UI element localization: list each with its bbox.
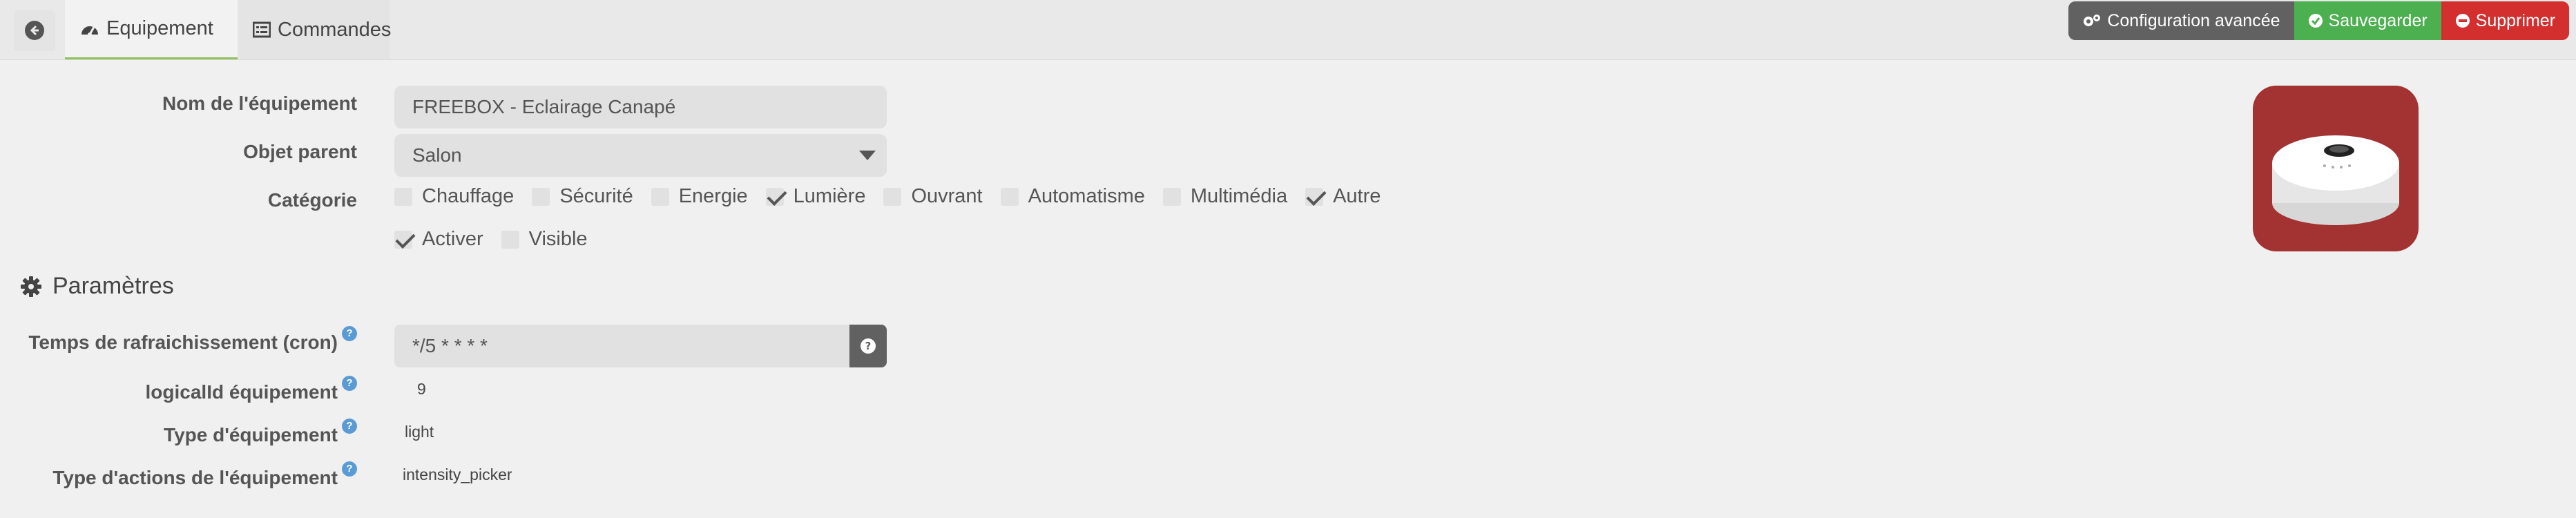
enable-label: Activer [422, 228, 483, 250]
action-type-value: intensity_picker [403, 466, 512, 483]
checkbox[interactable] [501, 230, 519, 249]
cron-value: */5 * * * * [412, 335, 488, 356]
checkbox[interactable] [651, 187, 669, 206]
checkbox[interactable] [1000, 187, 1019, 206]
checkmark-icon [1306, 185, 1327, 206]
logicalid-label-text: logicalId équipement [145, 381, 338, 403]
help-question-icon[interactable]: ? [342, 376, 357, 391]
delete-label: Supprimer [2475, 10, 2555, 30]
checkbox[interactable] [394, 187, 412, 206]
checkbox[interactable] [1162, 187, 1181, 206]
parent-object-value: Salon [412, 144, 462, 166]
minus-circle-icon [2455, 13, 2470, 28]
help-question-icon[interactable]: ? [342, 461, 357, 477]
parameters-heading: Paramètres [21, 273, 174, 300]
category-label-text: Autre [1333, 185, 1381, 207]
svg-text:?: ? [865, 340, 872, 352]
help-question-icon[interactable]: ? [342, 419, 357, 434]
parent-object-select[interactable]: Salon [394, 134, 887, 177]
checkbox[interactable] [883, 187, 902, 206]
parameters-title: Paramètres [52, 273, 174, 299]
equipment-type-label: Type d'équipement? [164, 419, 357, 446]
cron-label: Temps de rafraichissement (cron)? [28, 326, 357, 354]
equipment-name-input[interactable]: FREEBOX - Eclairage Canapé [394, 86, 887, 128]
tab-equipment-label: Equipement [106, 17, 213, 39]
checkbox-checked[interactable] [394, 228, 416, 249]
checkmark-icon [767, 185, 787, 206]
name-label: Nom de l'équipement [162, 93, 357, 114]
category-multimedia[interactable]: Multimédia [1162, 185, 1288, 208]
action-type-label: Type d'actions de l'équipement? [52, 461, 357, 489]
category-autre[interactable]: Autre [1305, 185, 1381, 208]
save-label: Sauvegarder [2328, 10, 2428, 30]
question-circle-icon: ? [861, 338, 876, 354]
checkbox-checked[interactable] [1305, 185, 1327, 206]
arrow-left-circle-icon [25, 21, 44, 40]
tab-bar: Equipement Commandes Configuration avanc… [0, 0, 2576, 60]
category-label-text: Energie [678, 185, 748, 207]
checkmark-icon [395, 228, 416, 249]
advanced-config-button[interactable]: Configuration avancée [2068, 1, 2294, 40]
action-type-label-text: Type d'actions de l'équipement [52, 467, 338, 488]
save-button[interactable]: Sauvegarder [2294, 1, 2441, 40]
category-list: Chauffage Sécurité Energie Lumière Ouvra… [394, 185, 1398, 208]
freebox-device-icon [2253, 86, 2419, 251]
equipment-name-value: FREEBOX - Eclairage Canapé [412, 96, 676, 117]
equipment-type-label-text: Type d'équipement [164, 424, 338, 445]
category-ouvrant[interactable]: Ouvrant [883, 185, 983, 208]
category-label-text: Lumière [793, 185, 866, 207]
action-buttons: Configuration avancée Sauvegarder Suppri… [2068, 1, 2569, 40]
checkbox-checked[interactable] [765, 185, 787, 206]
category-lumiere[interactable]: Lumière [765, 185, 866, 208]
back-button[interactable] [14, 10, 55, 51]
equipment-type-value: light [405, 423, 434, 441]
gear-icon [21, 276, 41, 297]
logicalid-value: 9 [417, 380, 426, 398]
category-securite[interactable]: Sécurité [532, 185, 633, 208]
dashboard-gauge-icon [80, 21, 99, 37]
enable-toggle[interactable]: Activer [394, 228, 483, 251]
cron-assistant-button[interactable]: ? [849, 325, 887, 367]
category-chauffage[interactable]: Chauffage [394, 185, 514, 208]
category-label-text: Ouvrant [911, 185, 983, 207]
enable-visible-row: Activer Visible [394, 228, 606, 251]
logicalid-label: logicalId équipement? [145, 376, 357, 403]
cron-input[interactable]: */5 * * * * [394, 325, 850, 367]
tab-equipment[interactable]: Equipement [65, 0, 238, 59]
check-circle-icon [2308, 13, 2323, 28]
checkbox[interactable] [532, 187, 550, 206]
caret-down-icon [859, 151, 876, 160]
category-label-text: Sécurité [559, 185, 633, 207]
category-label-text: Multimédia [1190, 185, 1288, 207]
visible-label: Visible [528, 228, 588, 250]
category-energie[interactable]: Energie [651, 185, 748, 208]
help-question-icon[interactable]: ? [342, 326, 357, 341]
category-automatisme[interactable]: Automatisme [1000, 185, 1145, 208]
list-icon [253, 21, 271, 38]
gears-icon [2082, 13, 2102, 28]
tab-commands-label: Commandes [278, 18, 392, 41]
parent-label: Objet parent [243, 141, 357, 162]
category-label: Catégorie [267, 189, 357, 211]
advanced-config-label: Configuration avancée [2107, 10, 2280, 30]
delete-button[interactable]: Supprimer [2441, 1, 2569, 40]
category-label-text: Chauffage [422, 185, 515, 207]
cron-label-text: Temps de rafraichissement (cron) [28, 332, 338, 353]
tab-commands[interactable]: Commandes [238, 0, 392, 59]
category-label-text: Automatisme [1028, 185, 1145, 207]
visible-toggle[interactable]: Visible [501, 228, 588, 251]
